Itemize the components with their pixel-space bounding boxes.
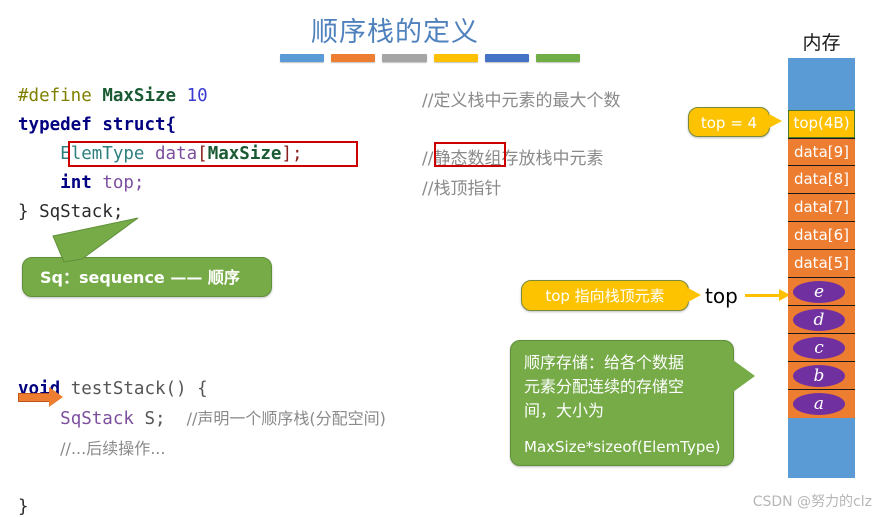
memory-cell-data9: data[9] xyxy=(788,138,855,166)
callout-storage-tail xyxy=(733,360,755,392)
callout-sq-tail xyxy=(52,217,139,263)
pointer-arrow-head xyxy=(49,387,63,407)
callout-top-points: top 指向栈顶元素 xyxy=(521,280,689,311)
callout-top-points-tail xyxy=(688,288,701,302)
macro-value: 10 xyxy=(186,86,208,106)
type-int: int xyxy=(60,173,92,193)
memory-free-space-bottom xyxy=(788,418,855,478)
storage-text-line-2: 元素分配连续的存储空 xyxy=(524,377,685,396)
callout-top-value: top = 4 xyxy=(688,107,770,137)
watermark: CSDN @努力的clz xyxy=(752,494,872,510)
open-bracket: [ xyxy=(197,144,208,164)
memory-cell-data1: b xyxy=(788,362,855,390)
comment-maxsize: //定义栈中元素的最大个数 xyxy=(422,91,621,111)
comment-top-pointer: //栈顶指针 xyxy=(422,179,502,199)
memory-cell-data0: a xyxy=(788,390,855,418)
comment-tail-text: 存放栈中元素 xyxy=(501,149,604,169)
field-top: top; xyxy=(102,173,145,193)
comment-static-array: //静态数组存放栈中元素 xyxy=(422,144,603,169)
title-underline-dashes xyxy=(280,54,581,62)
type-elemtype: ElemType xyxy=(60,144,145,164)
typedef-keyword: typedef xyxy=(18,115,92,135)
memory-cell-data4: e xyxy=(788,278,855,306)
dash-1 xyxy=(280,54,325,62)
comment-followup-ops: //...后续操作... xyxy=(60,439,166,458)
callout-sq-meaning-text: Sq：sequence —— 顺序 xyxy=(40,268,240,287)
define-keyword: #define xyxy=(18,86,92,106)
memory-column: top(4B) data[9] data[8] data[7] data[6] … xyxy=(788,58,855,478)
memory-cell-top: top(4B) xyxy=(788,110,855,138)
macro-name-maxsize: MaxSize xyxy=(102,86,177,106)
memory-free-space-top xyxy=(788,58,855,110)
top-arrow-line xyxy=(745,294,781,297)
comment-slashes: // xyxy=(422,149,434,169)
callout-top-points-text: top 指向栈顶元素 xyxy=(545,287,665,305)
memory-cell-data6: data[6] xyxy=(788,222,855,250)
close-bracket: ]; xyxy=(281,144,303,164)
decl-var-s: S; xyxy=(144,409,166,429)
code-block-struct: #define MaxSize 10 typedef struct{ ElemT… xyxy=(18,82,303,227)
code-block-teststack: void testStack() { SqStack S; //声明一个顺序栈(… xyxy=(18,375,386,517)
storage-text-line-4: MaxSize*sizeof(ElemType) xyxy=(524,438,721,456)
comment-boxed-text: 静态数组 xyxy=(433,149,502,169)
memory-cell-data8: data[8] xyxy=(788,166,855,194)
callout-sequential-storage: 顺序存储：给各个数据 元素分配连续的存储空 间，大小为 MaxSize*size… xyxy=(510,340,734,466)
label-top-pointer: top xyxy=(705,284,738,308)
array-size-maxsize: MaxSize xyxy=(207,144,282,164)
dash-5 xyxy=(484,54,529,62)
memory-cell-data2: c xyxy=(788,334,855,362)
element-value-e: e xyxy=(793,281,845,303)
element-value-c: c xyxy=(793,337,845,359)
memory-cell-data5: data[5] xyxy=(788,250,855,278)
dash-2 xyxy=(331,54,376,62)
callout-top-value-text: top = 4 xyxy=(700,114,758,132)
dash-3 xyxy=(382,54,427,62)
memory-cell-data7: data[7] xyxy=(788,194,855,222)
comment-declare-stack: //声明一个顺序栈(分配空间) xyxy=(186,409,386,428)
storage-text-line-1: 顺序存储：给各个数据 xyxy=(524,353,685,372)
dash-6 xyxy=(535,54,581,62)
pointer-arrow-line xyxy=(18,393,51,402)
memory-cell-data3: d xyxy=(788,306,855,334)
memory-column-header: 内存 xyxy=(802,32,841,54)
function-name-teststack: testStack() { xyxy=(70,379,208,399)
function-close-brace: } xyxy=(18,497,29,517)
element-value-a: a xyxy=(793,393,845,415)
decl-type-sqstack: SqStack xyxy=(60,409,134,429)
element-value-d: d xyxy=(793,309,845,331)
page-title: 顺序栈的定义 xyxy=(311,17,479,48)
storage-text-line-3: 间，大小为 xyxy=(524,401,605,420)
slide-canvas: 顺序栈的定义 #define MaxSize 10 typedef struct… xyxy=(0,0,880,517)
callout-top-value-tail xyxy=(769,114,782,128)
struct-keyword: struct{ xyxy=(102,115,177,135)
dash-4 xyxy=(433,54,478,62)
element-value-b: b xyxy=(793,365,845,387)
field-data: data xyxy=(155,144,198,164)
